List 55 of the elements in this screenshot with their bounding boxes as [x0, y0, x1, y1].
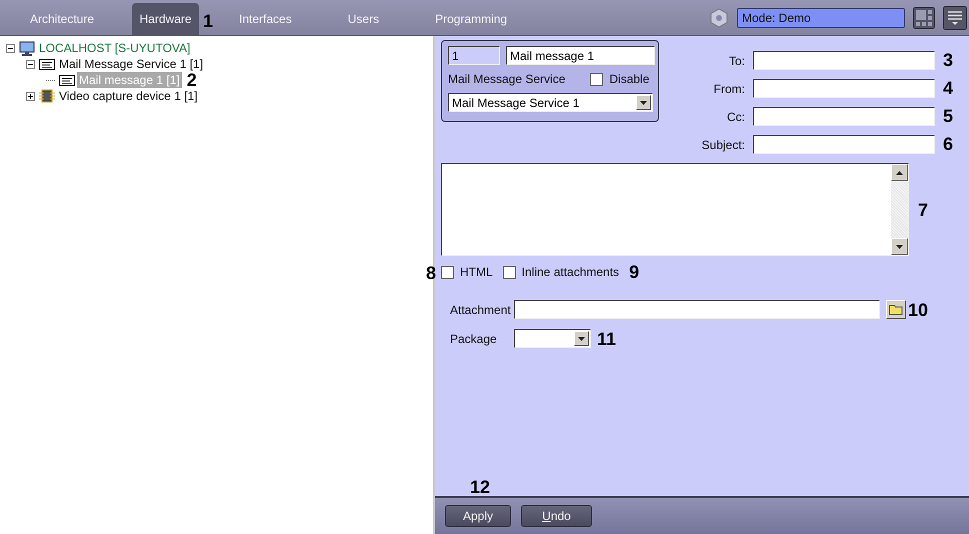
monitor-icon [19, 40, 35, 56]
callout-number: 11 [597, 330, 616, 348]
callout-number: 8 [426, 264, 436, 282]
field-label: Subject: [700, 138, 745, 152]
mode-field[interactable]: Mode: Demo [737, 8, 905, 28]
callout-number: 9 [629, 263, 640, 281]
checkbox-label: Inline attachments [522, 265, 620, 279]
expand-icon[interactable] [26, 92, 35, 100]
down-arrow-icon [896, 244, 903, 248]
name-field[interactable]: Mail message 1 [506, 46, 655, 65]
callout-number: 1 [203, 12, 214, 30]
field-label: Cc: [726, 110, 745, 124]
up-arrow-icon [896, 170, 903, 174]
input-field[interactable] [753, 79, 935, 98]
callout-number: 5 [943, 107, 954, 125]
callout-number: 10 [908, 300, 928, 318]
callout-number: 2 [186, 71, 197, 89]
envelope-icon [59, 74, 75, 86]
undo-button[interactable]: Undo [521, 505, 592, 527]
input-field[interactable] [753, 135, 935, 154]
callout-number: 4 [943, 79, 954, 97]
browse-button[interactable] [886, 300, 906, 319]
checkbox[interactable] [502, 266, 516, 278]
envelope-icon [39, 58, 55, 70]
folder-icon [889, 304, 903, 315]
menu-icon[interactable] [943, 6, 967, 30]
checkbox-label: Disable [609, 72, 650, 86]
collapse-icon[interactable] [6, 44, 15, 52]
tree-item[interactable]: Mail Message Service 1 [1] [57, 56, 206, 72]
id-field[interactable]: 1 [448, 46, 500, 65]
attachment-field[interactable] [514, 300, 880, 319]
tree-item[interactable]: LOCALHOST [S-UYUTOVA] [37, 40, 192, 56]
field-label: Attachment [450, 302, 512, 316]
down-arrow-icon [640, 100, 647, 104]
callout-number: 6 [943, 135, 954, 153]
gear-icon[interactable] [709, 8, 729, 28]
checkbox-label: HTML [460, 265, 493, 279]
callout-number: 12 [470, 478, 490, 496]
input-field[interactable] [753, 51, 935, 70]
parent-select[interactable]: Mail Message Service 1 [448, 93, 653, 112]
input-field[interactable] [753, 107, 935, 126]
callout-number: 3 [943, 51, 954, 69]
field-label: Package [450, 332, 498, 346]
field-label: To: [728, 54, 745, 68]
checkbox[interactable] [441, 266, 454, 278]
down-arrow-icon [578, 336, 585, 340]
chip-icon [39, 89, 55, 103]
tree-item[interactable]: Video capture device 1 [1] [57, 88, 200, 104]
checkbox[interactable] [590, 72, 604, 86]
collapse-icon[interactable] [26, 60, 35, 68]
field-label: From: [712, 82, 745, 96]
callout-number: 7 [918, 201, 928, 219]
layout-grid-icon[interactable] [913, 6, 935, 28]
package-select[interactable] [514, 329, 591, 348]
type-label: Mail Message Service [448, 72, 566, 86]
